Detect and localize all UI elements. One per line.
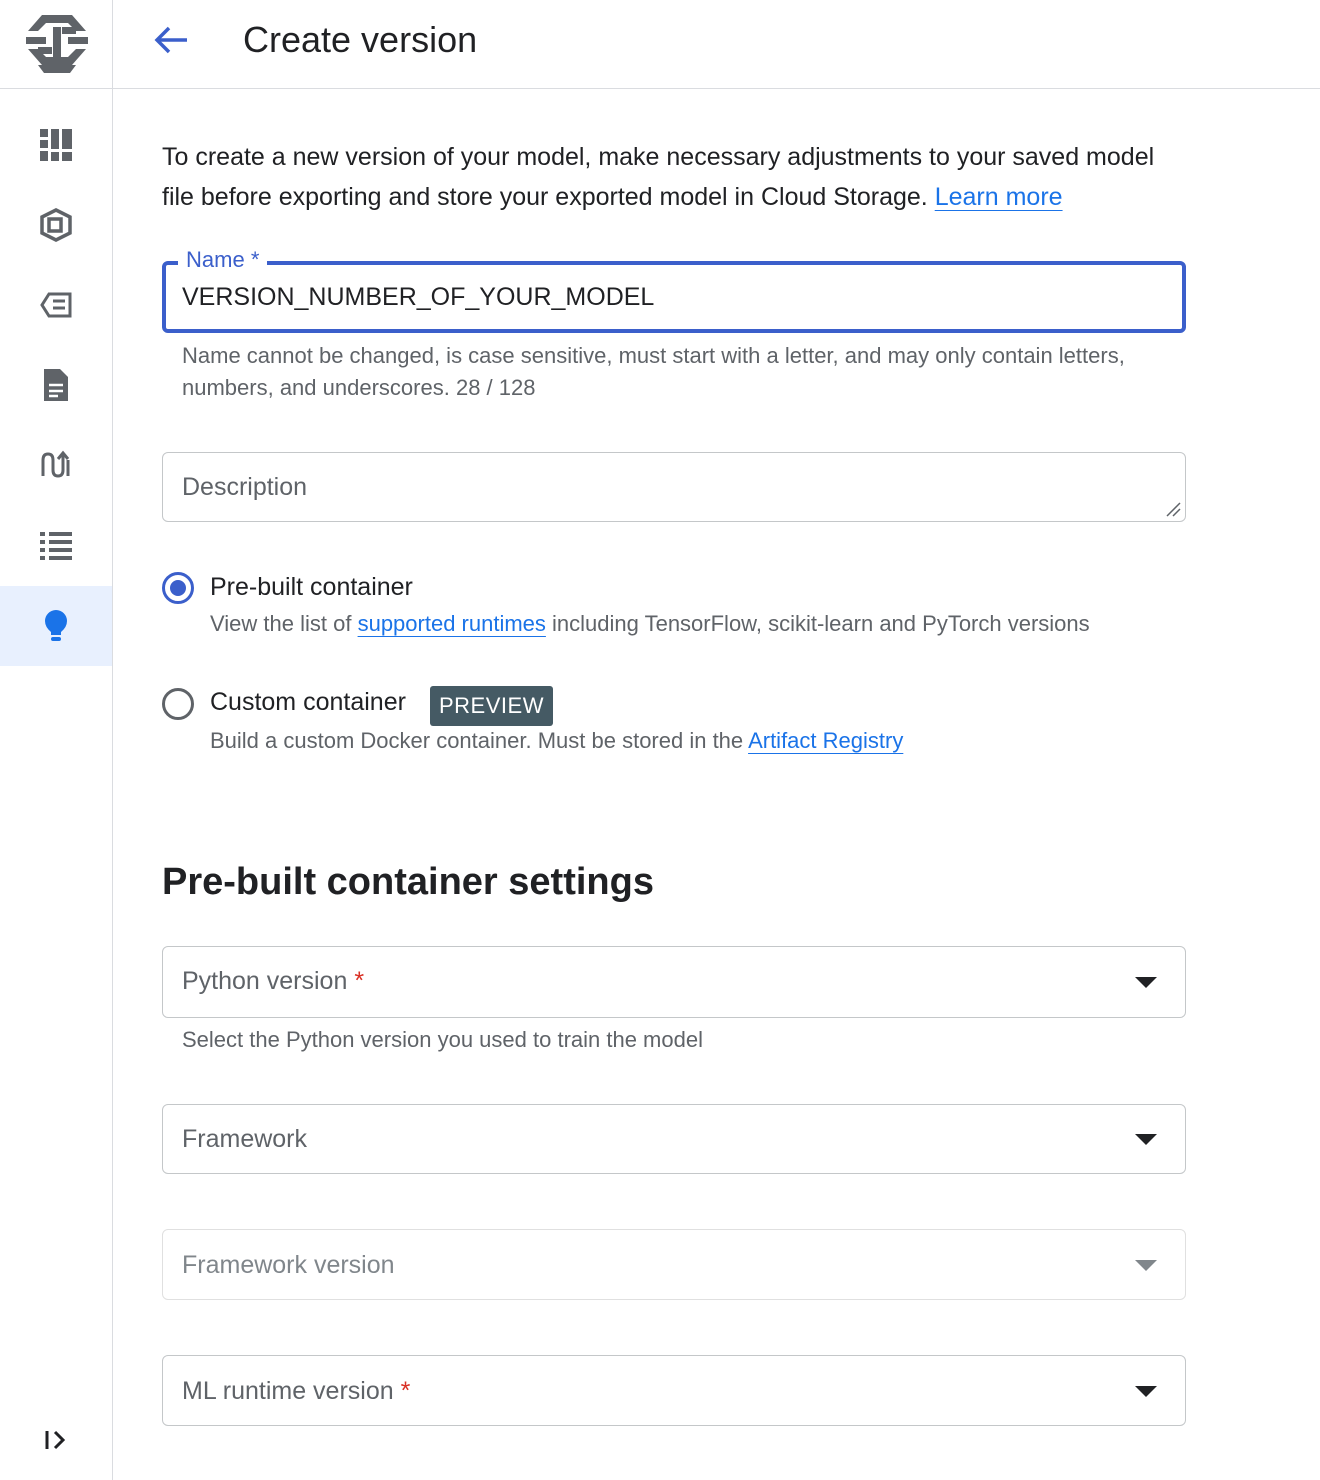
back-button[interactable] (145, 18, 197, 62)
name-helper-message: Name cannot be changed, is case sensitiv… (182, 343, 1125, 400)
learn-more-link[interactable]: Learn more (935, 183, 1063, 211)
page-header: Create version (113, 0, 1320, 89)
python-version-helper: Select the Python version you used to tr… (182, 1027, 703, 1052)
arrow-back-icon (154, 26, 187, 54)
name-label-text: Name (186, 247, 245, 272)
custom-description: Build a custom Docker container. Must be… (210, 725, 903, 757)
name-field-label: Name * (178, 246, 268, 274)
expand-rail-button[interactable] (0, 1410, 112, 1470)
python-required-mark: * (354, 967, 365, 995)
rail-item-dashboard[interactable] (0, 105, 112, 185)
pipelines-icon (41, 450, 70, 478)
document-icon (44, 369, 68, 401)
rail-item-features[interactable] (0, 265, 112, 345)
name-input-value[interactable]: VERSION_NUMBER_OF_YOUR_MODEL (182, 281, 654, 313)
prebuilt-label: Pre-built container (210, 573, 413, 601)
rail-item-list[interactable] (0, 505, 112, 585)
supported-runtimes-link[interactable]: supported runtimes (358, 611, 546, 636)
python-version-label-text: Python version (182, 967, 348, 995)
dashboard-icon (40, 129, 72, 161)
framework-dropdown-arrow-icon (1135, 1134, 1157, 1145)
rail-item-documents[interactable] (0, 345, 112, 425)
name-required-mark: * (250, 247, 260, 272)
prebuilt-description: View the list of supported runtimes incl… (210, 608, 1090, 640)
ml-runtime-version-label: ML runtime version * (182, 1375, 410, 1407)
rail-item-models[interactable] (0, 586, 112, 666)
rail-item-pipelines[interactable] (0, 425, 112, 505)
framework-version-label: Framework version (182, 1251, 395, 1279)
intro-text: To create a new version of your model, m… (162, 137, 1192, 217)
prebuilt-container-option[interactable]: Pre-built container View the list of sup… (162, 571, 1192, 641)
features-icon (40, 292, 72, 318)
custom-desc-before: Build a custom Docker container. Must be… (210, 728, 744, 753)
name-helper-text: Name cannot be changed, is case sensitiv… (182, 340, 1172, 404)
python-version-select[interactable]: Python version * (162, 946, 1186, 1018)
page-title: Create version (243, 19, 478, 60)
ml-runtime-version-select[interactable]: ML runtime version * (162, 1355, 1186, 1426)
name-char-counter: 28 / 128 (455, 375, 536, 400)
expand-icon (45, 1430, 66, 1450)
brain-logo-icon (25, 15, 88, 73)
custom-label: Custom container (210, 688, 406, 716)
description-field[interactable]: Description (162, 452, 1186, 522)
resize-handle-icon[interactable] (1165, 501, 1181, 517)
description-placeholder: Description (182, 473, 308, 501)
custom-container-option[interactable]: Custom container PREVIEW Build a custom … (162, 686, 1192, 758)
ml-runtime-dropdown-arrow-icon (1135, 1386, 1157, 1397)
ml-runtime-required-mark: * (400, 1377, 411, 1405)
python-version-label: Python version * (182, 965, 364, 997)
rail-item-datasets[interactable] (0, 185, 112, 265)
lightbulb-icon (45, 610, 67, 641)
python-dropdown-arrow-icon (1135, 977, 1157, 988)
name-field[interactable]: Name * VERSION_NUMBER_OF_YOUR_MODEL (162, 246, 1186, 333)
framework-select[interactable]: Framework (162, 1104, 1186, 1174)
left-nav-rail (0, 0, 113, 1480)
prebuilt-desc-before: View the list of (210, 611, 352, 636)
custom-radio[interactable] (162, 688, 194, 720)
artifact-registry-link[interactable]: Artifact Registry (748, 728, 903, 753)
prebuilt-desc-after: including TensorFlow, scikit-learn and P… (552, 611, 1090, 636)
datasets-icon (40, 208, 72, 242)
framework-label: Framework (182, 1125, 308, 1153)
ml-runtime-label-text: ML runtime version (182, 1377, 394, 1405)
prebuilt-radio[interactable] (162, 572, 194, 604)
preview-badge: PREVIEW (430, 686, 553, 726)
list-icon (40, 532, 72, 560)
vertex-ai-logo[interactable] (0, 0, 113, 89)
settings-section-title: Pre-built container settings (162, 861, 654, 903)
framework-version-select[interactable]: Framework version (162, 1229, 1186, 1300)
framework-version-dropdown-arrow-icon (1135, 1260, 1157, 1271)
